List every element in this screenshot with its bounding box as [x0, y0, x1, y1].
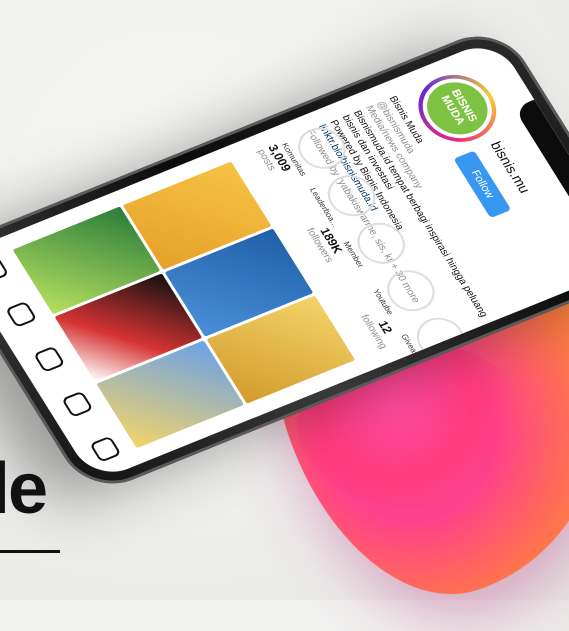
reels-icon[interactable] — [33, 345, 66, 373]
home-icon[interactable] — [0, 255, 10, 283]
profile-icon[interactable] — [89, 435, 122, 463]
overlay-underline — [0, 550, 60, 553]
scene: BISNIS MUDA bisnis.mu Follow Bisnis Muda … — [0, 0, 569, 631]
explore-icon[interactable] — [5, 300, 38, 328]
add-post-icon[interactable] — [61, 390, 94, 418]
overlay-heading-text: le — [0, 449, 48, 529]
profile-avatar-logo: BISNIS MUDA — [416, 73, 499, 143]
profile-avatar: BISNIS MUDA — [410, 69, 505, 148]
